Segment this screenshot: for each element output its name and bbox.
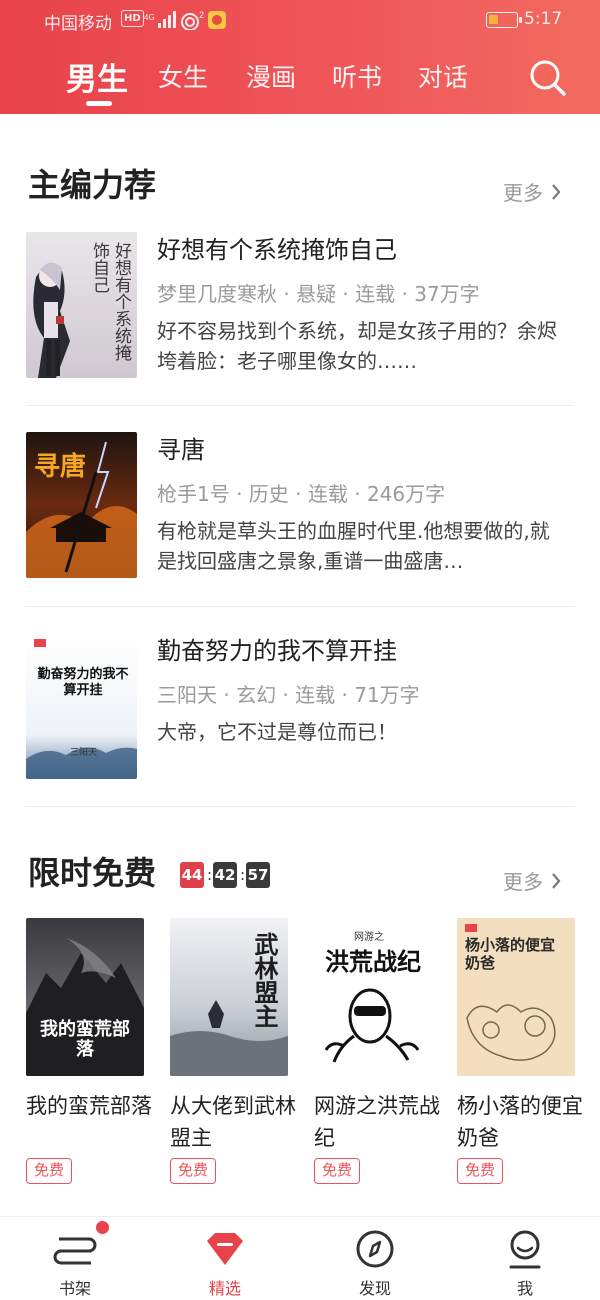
clock: 5:17: [524, 9, 563, 29]
divider: [26, 806, 574, 807]
book-item[interactable]: 勤奋努力的我不算开挂 三阳天 勤奋努力的我不算开挂 三阳天 · 玄幻 · 连载 …: [26, 633, 574, 813]
nav-bookshelf[interactable]: 书架: [0, 1217, 150, 1300]
free-badge: 免费: [457, 1158, 504, 1184]
free-badge: 免费: [314, 1158, 361, 1184]
more-label: 更多: [503, 181, 543, 205]
cover-author-text: 三阳天: [70, 748, 98, 758]
cover-title-text: 寻唐: [34, 452, 87, 482]
active-tab-indicator: [86, 101, 112, 106]
profile-icon: [503, 1227, 547, 1271]
book-cover[interactable]: 我的蛮荒部落: [26, 918, 144, 1076]
nav-label: 发现: [358, 1279, 391, 1298]
free-badge: 免费: [26, 1158, 73, 1184]
book-cover[interactable]: 勤奋努力的我不算开挂 三阳天: [26, 633, 137, 779]
search-button[interactable]: [528, 58, 568, 98]
book-title[interactable]: 勤奋努力的我不算开挂: [157, 631, 397, 666]
cover-title-text: 我的蛮荒部落: [40, 1019, 130, 1060]
book-title[interactable]: 寻唐: [157, 430, 205, 465]
timer-separator: :: [207, 866, 213, 884]
hd-badge: HD: [121, 10, 144, 27]
book-cover[interactable]: 寻唐: [26, 432, 137, 578]
featured-icon: [203, 1227, 247, 1271]
timer-hours: 44: [180, 862, 204, 888]
tab-audiobooks[interactable]: 听书: [332, 58, 382, 94]
cover-title-text: 武林盟主: [250, 932, 279, 1028]
section-title-limited-free: 限时免费: [28, 854, 157, 892]
nav-discover[interactable]: 发现: [300, 1217, 450, 1300]
free-badge: 免费: [170, 1158, 217, 1184]
timer-separator: :: [240, 866, 246, 884]
cover-top-text: 网游之: [354, 932, 384, 943]
book-cover[interactable]: 武林盟主: [170, 918, 288, 1076]
more-limited-free-button[interactable]: 更多: [503, 866, 561, 895]
timer-minutes: 42: [213, 862, 237, 888]
cover-title-text: 勤奋努力的我不算开挂: [37, 667, 129, 698]
compass-icon: [353, 1227, 397, 1271]
book-title[interactable]: 网游之洪荒战纪: [314, 1090, 440, 1154]
book-title[interactable]: 我的蛮荒部落: [26, 1090, 152, 1122]
notification-badge: [96, 1221, 109, 1234]
book-meta: 梦里几度寒秋 · 悬疑 · 连载 · 37万字: [157, 282, 480, 306]
book-title[interactable]: 杨小落的便宜奶爸: [457, 1090, 583, 1154]
status-bar: 中国移动 HD 4G 2 5:17: [0, 0, 600, 40]
more-editor-picks-button[interactable]: 更多: [503, 177, 561, 206]
wifi-icon: 2: [180, 10, 206, 30]
more-label: 更多: [503, 870, 543, 894]
book-cover[interactable]: 网游之 洪荒战纪: [314, 918, 432, 1076]
cover-title-text: 好想有个系统掩饰自己: [89, 242, 131, 361]
tab-comics[interactable]: 漫画: [246, 58, 296, 94]
book-cover[interactable]: 好想有个系统掩饰自己: [26, 232, 137, 378]
nav-label: 书架: [58, 1279, 91, 1298]
book-description: 大帝，它不过是尊位而已！: [157, 720, 397, 744]
book-meta: 枪手1号 · 历史 · 连载 · 246万字: [157, 482, 446, 506]
top-header: 中国移动 HD 4G 2 5:17 男生 女生 漫画 听书 对话: [0, 0, 600, 114]
book-description: 有枪就是草头王的血腥时代里.他想要做的,就是找回盛唐之景象,重谱一曲盛唐…: [157, 519, 550, 573]
bottom-nav: 书架 精选 发现 我: [0, 1216, 600, 1300]
chevron-right-icon: [551, 873, 561, 889]
book-description: 好不容易找到个系统，却是女孩子用的？余烬垮着脸：老子哪里像女的……: [157, 319, 557, 373]
book-cover[interactable]: 杨小落的便宜奶爸: [457, 918, 575, 1076]
chevron-right-icon: [551, 184, 561, 200]
nav-featured[interactable]: 精选: [150, 1217, 300, 1300]
tab-dialogue[interactable]: 对话: [418, 58, 468, 94]
network-type-label: 4G: [144, 13, 155, 22]
signal-icon: 4G: [144, 11, 178, 29]
nav-label: 我: [516, 1279, 533, 1298]
wifi-badge: 2: [199, 10, 204, 20]
category-tabs: 男生 女生 漫画 听书 对话: [0, 52, 600, 106]
book-meta: 三阳天 · 玄幻 · 连载 · 71万字: [157, 683, 420, 707]
divider: [26, 606, 574, 607]
bookshelf-icon: [53, 1227, 97, 1271]
cover-title-text: 杨小落的便宜奶爸: [465, 936, 556, 972]
cover-title-text: 洪荒战纪: [325, 947, 421, 976]
book-title[interactable]: 好想有个系统掩饰自己: [157, 230, 397, 265]
app-notification-icon: [208, 11, 226, 29]
divider: [26, 405, 574, 406]
nav-profile[interactable]: 我: [450, 1217, 600, 1300]
nav-label: 精选: [208, 1279, 241, 1298]
book-title[interactable]: 从大佬到武林盟主: [170, 1090, 296, 1154]
book-item[interactable]: 寻唐 寻唐 枪手1号 · 历史 · 连载 · 246万字 有枪就是草头王的血腥时…: [26, 432, 574, 612]
section-title-editor-picks: 主编力荐: [28, 166, 157, 204]
search-icon: [530, 60, 566, 96]
book-item[interactable]: 好想有个系统掩饰自己 好想有个系统掩饰自己 梦里几度寒秋 · 悬疑 · 连载 ·…: [26, 232, 574, 412]
timer-seconds: 57: [246, 862, 270, 888]
battery-icon: [486, 12, 522, 28]
tab-female[interactable]: 女生: [158, 58, 208, 94]
tab-male[interactable]: 男生: [66, 54, 128, 99]
carrier-label: 中国移动: [44, 14, 112, 34]
